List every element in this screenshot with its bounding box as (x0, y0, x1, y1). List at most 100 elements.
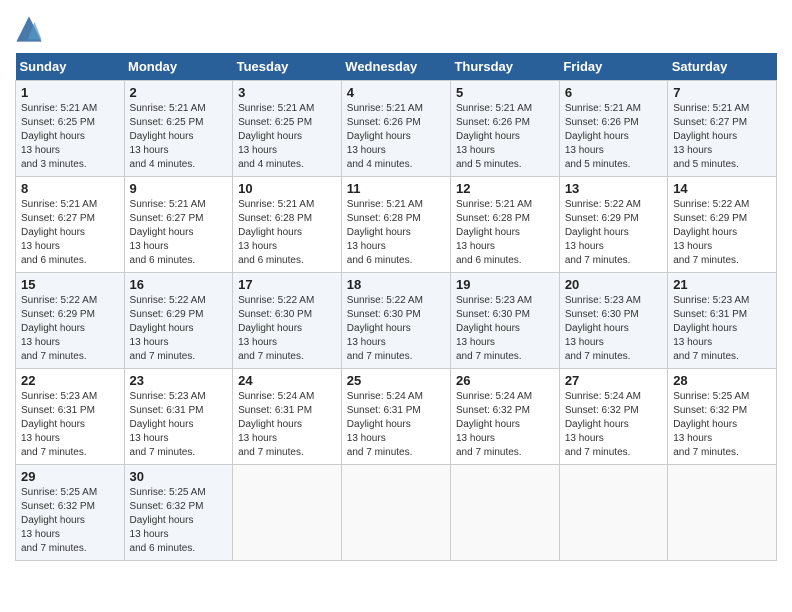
day-of-week-header: SundayMondayTuesdayWednesdayThursdayFrid… (16, 53, 777, 81)
header (15, 15, 777, 43)
calendar-table: SundayMondayTuesdayWednesdayThursdayFrid… (15, 53, 777, 561)
day-number: 12 (456, 181, 554, 196)
logo-icon (15, 15, 43, 43)
day-number: 5 (456, 85, 554, 100)
calendar-cell: 25 Sunrise: 5:24 AMSunset: 6:31 PMDaylig… (341, 369, 450, 465)
day-info: Sunrise: 5:21 AMSunset: 6:27 PMDaylight … (21, 198, 119, 268)
day-number: 16 (130, 277, 228, 292)
calendar-cell: 3 Sunrise: 5:21 AMSunset: 6:25 PMDayligh… (233, 81, 342, 177)
dow-monday: Monday (124, 53, 233, 81)
day-info: Sunrise: 5:21 AMSunset: 6:28 PMDaylight … (238, 198, 336, 268)
calendar-cell: 23 Sunrise: 5:23 AMSunset: 6:31 PMDaylig… (124, 369, 233, 465)
calendar-cell: 7 Sunrise: 5:21 AMSunset: 6:27 PMDayligh… (668, 81, 777, 177)
day-info: Sunrise: 5:21 AMSunset: 6:26 PMDaylight … (565, 102, 662, 172)
day-info: Sunrise: 5:24 AMSunset: 6:31 PMDaylight … (238, 390, 336, 460)
day-number: 22 (21, 373, 119, 388)
day-info: Sunrise: 5:25 AMSunset: 6:32 PMDaylight … (130, 486, 228, 556)
day-info: Sunrise: 5:22 AMSunset: 6:29 PMDaylight … (565, 198, 662, 268)
dow-saturday: Saturday (668, 53, 777, 81)
calendar-cell: 26 Sunrise: 5:24 AMSunset: 6:32 PMDaylig… (450, 369, 559, 465)
day-number: 9 (130, 181, 228, 196)
calendar-cell: 2 Sunrise: 5:21 AMSunset: 6:25 PMDayligh… (124, 81, 233, 177)
calendar-cell: 24 Sunrise: 5:24 AMSunset: 6:31 PMDaylig… (233, 369, 342, 465)
day-number: 6 (565, 85, 662, 100)
day-info: Sunrise: 5:23 AMSunset: 6:31 PMDaylight … (130, 390, 228, 460)
calendar-cell: 20 Sunrise: 5:23 AMSunset: 6:30 PMDaylig… (559, 273, 667, 369)
calendar-cell: 1 Sunrise: 5:21 AMSunset: 6:25 PMDayligh… (16, 81, 125, 177)
calendar-cell: 19 Sunrise: 5:23 AMSunset: 6:30 PMDaylig… (450, 273, 559, 369)
calendar-week-3: 22 Sunrise: 5:23 AMSunset: 6:31 PMDaylig… (16, 369, 777, 465)
day-info: Sunrise: 5:21 AMSunset: 6:27 PMDaylight … (673, 102, 771, 172)
calendar-cell (233, 465, 342, 561)
day-info: Sunrise: 5:24 AMSunset: 6:32 PMDaylight … (565, 390, 662, 460)
day-number: 28 (673, 373, 771, 388)
calendar-cell: 6 Sunrise: 5:21 AMSunset: 6:26 PMDayligh… (559, 81, 667, 177)
day-number: 29 (21, 469, 119, 484)
calendar-cell: 22 Sunrise: 5:23 AMSunset: 6:31 PMDaylig… (16, 369, 125, 465)
calendar-cell: 18 Sunrise: 5:22 AMSunset: 6:30 PMDaylig… (341, 273, 450, 369)
day-number: 14 (673, 181, 771, 196)
day-info: Sunrise: 5:22 AMSunset: 6:30 PMDaylight … (347, 294, 445, 364)
calendar-cell: 29 Sunrise: 5:25 AMSunset: 6:32 PMDaylig… (16, 465, 125, 561)
day-info: Sunrise: 5:22 AMSunset: 6:29 PMDaylight … (130, 294, 228, 364)
day-info: Sunrise: 5:21 AMSunset: 6:25 PMDaylight … (238, 102, 336, 172)
calendar-cell: 14 Sunrise: 5:22 AMSunset: 6:29 PMDaylig… (668, 177, 777, 273)
day-number: 11 (347, 181, 445, 196)
day-info: Sunrise: 5:23 AMSunset: 6:30 PMDaylight … (565, 294, 662, 364)
day-number: 24 (238, 373, 336, 388)
day-number: 17 (238, 277, 336, 292)
calendar-body: 1 Sunrise: 5:21 AMSunset: 6:25 PMDayligh… (16, 81, 777, 561)
day-number: 25 (347, 373, 445, 388)
day-info: Sunrise: 5:23 AMSunset: 6:31 PMDaylight … (21, 390, 119, 460)
day-info: Sunrise: 5:24 AMSunset: 6:31 PMDaylight … (347, 390, 445, 460)
day-info: Sunrise: 5:25 AMSunset: 6:32 PMDaylight … (673, 390, 771, 460)
logo (15, 15, 47, 43)
calendar-week-4: 29 Sunrise: 5:25 AMSunset: 6:32 PMDaylig… (16, 465, 777, 561)
day-info: Sunrise: 5:21 AMSunset: 6:26 PMDaylight … (456, 102, 554, 172)
day-info: Sunrise: 5:21 AMSunset: 6:25 PMDaylight … (130, 102, 228, 172)
day-number: 7 (673, 85, 771, 100)
day-number: 10 (238, 181, 336, 196)
day-number: 1 (21, 85, 119, 100)
day-number: 27 (565, 373, 662, 388)
calendar-cell: 10 Sunrise: 5:21 AMSunset: 6:28 PMDaylig… (233, 177, 342, 273)
day-number: 8 (21, 181, 119, 196)
day-number: 18 (347, 277, 445, 292)
calendar-cell: 28 Sunrise: 5:25 AMSunset: 6:32 PMDaylig… (668, 369, 777, 465)
day-info: Sunrise: 5:21 AMSunset: 6:25 PMDaylight … (21, 102, 119, 172)
calendar-cell: 11 Sunrise: 5:21 AMSunset: 6:28 PMDaylig… (341, 177, 450, 273)
calendar-cell (668, 465, 777, 561)
day-number: 2 (130, 85, 228, 100)
calendar-cell: 21 Sunrise: 5:23 AMSunset: 6:31 PMDaylig… (668, 273, 777, 369)
calendar-cell: 8 Sunrise: 5:21 AMSunset: 6:27 PMDayligh… (16, 177, 125, 273)
day-number: 4 (347, 85, 445, 100)
day-number: 13 (565, 181, 662, 196)
dow-wednesday: Wednesday (341, 53, 450, 81)
day-number: 20 (565, 277, 662, 292)
day-info: Sunrise: 5:22 AMSunset: 6:29 PMDaylight … (21, 294, 119, 364)
calendar-cell: 30 Sunrise: 5:25 AMSunset: 6:32 PMDaylig… (124, 465, 233, 561)
calendar-cell: 17 Sunrise: 5:22 AMSunset: 6:30 PMDaylig… (233, 273, 342, 369)
day-number: 21 (673, 277, 771, 292)
day-number: 19 (456, 277, 554, 292)
day-number: 23 (130, 373, 228, 388)
calendar-cell (559, 465, 667, 561)
calendar-cell: 13 Sunrise: 5:22 AMSunset: 6:29 PMDaylig… (559, 177, 667, 273)
day-info: Sunrise: 5:22 AMSunset: 6:30 PMDaylight … (238, 294, 336, 364)
day-info: Sunrise: 5:24 AMSunset: 6:32 PMDaylight … (456, 390, 554, 460)
day-number: 30 (130, 469, 228, 484)
day-number: 26 (456, 373, 554, 388)
calendar-cell: 27 Sunrise: 5:24 AMSunset: 6:32 PMDaylig… (559, 369, 667, 465)
calendar-cell: 15 Sunrise: 5:22 AMSunset: 6:29 PMDaylig… (16, 273, 125, 369)
day-info: Sunrise: 5:23 AMSunset: 6:31 PMDaylight … (673, 294, 771, 364)
dow-friday: Friday (559, 53, 667, 81)
calendar-cell (341, 465, 450, 561)
calendar-week-0: 1 Sunrise: 5:21 AMSunset: 6:25 PMDayligh… (16, 81, 777, 177)
day-number: 15 (21, 277, 119, 292)
day-info: Sunrise: 5:25 AMSunset: 6:32 PMDaylight … (21, 486, 119, 556)
day-info: Sunrise: 5:21 AMSunset: 6:28 PMDaylight … (456, 198, 554, 268)
day-info: Sunrise: 5:21 AMSunset: 6:27 PMDaylight … (130, 198, 228, 268)
calendar-cell: 16 Sunrise: 5:22 AMSunset: 6:29 PMDaylig… (124, 273, 233, 369)
day-info: Sunrise: 5:21 AMSunset: 6:26 PMDaylight … (347, 102, 445, 172)
calendar-week-2: 15 Sunrise: 5:22 AMSunset: 6:29 PMDaylig… (16, 273, 777, 369)
